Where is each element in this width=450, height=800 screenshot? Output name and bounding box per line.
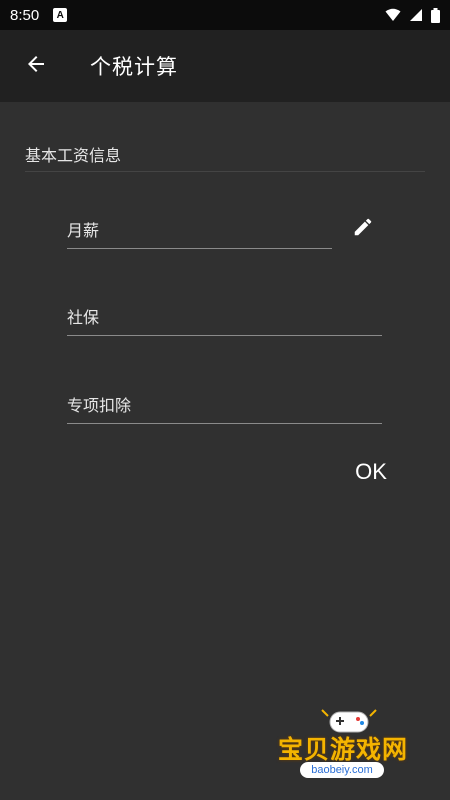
monthly-salary-input[interactable] (67, 221, 332, 240)
ok-button[interactable]: OK (345, 455, 397, 489)
status-icons (385, 7, 440, 23)
social-security-input[interactable] (67, 308, 382, 327)
signal-icon (409, 8, 423, 22)
notification-app-icon: A (53, 8, 68, 22)
social-security-field[interactable] (67, 304, 382, 336)
back-button[interactable] (14, 44, 58, 88)
battery-icon (431, 7, 440, 23)
pencil-icon (352, 216, 374, 242)
watermark-url: baobeiy.com (300, 762, 384, 778)
app-bar: 个税计算 (0, 30, 450, 102)
special-deduction-input[interactable] (67, 396, 382, 415)
section-header: 基本工资信息 (25, 142, 425, 172)
page-title: 个税计算 (90, 55, 178, 79)
wifi-icon (385, 8, 401, 22)
special-deduction-field[interactable] (67, 392, 382, 424)
edit-button[interactable] (350, 216, 376, 242)
status-time: 8:50 (10, 6, 40, 24)
watermark: 宝贝游戏网 baobeiy.com (270, 700, 440, 792)
monthly-salary-field[interactable] (67, 217, 332, 249)
status-bar: 8:50 A (0, 0, 450, 30)
watermark-name: 宝贝游戏网 (278, 735, 409, 764)
arrow-back-icon (24, 52, 48, 80)
